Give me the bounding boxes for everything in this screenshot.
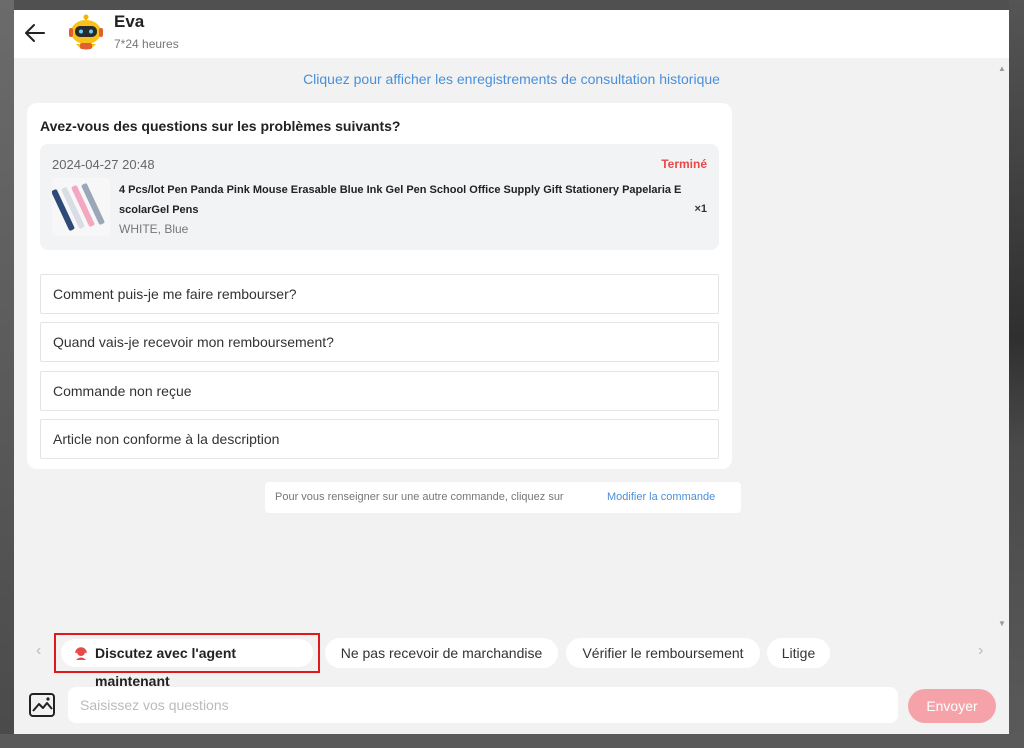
- product-image: [52, 178, 110, 236]
- modify-order-link[interactable]: Modifier la commande: [607, 482, 715, 513]
- chevron-right-icon[interactable]: ›: [978, 642, 983, 660]
- scroll-up-icon[interactable]: ▲: [998, 64, 1006, 73]
- chat-with-agent-chip[interactable]: Discutez avec l'agent maintenant: [61, 639, 313, 689]
- chat-scrollbar[interactable]: ▲ ▼: [997, 60, 1007, 630]
- faq-question-refund-when[interactable]: Quand vais-je recevoir mon remboursement…: [40, 322, 719, 362]
- agent-headset-icon: [75, 647, 87, 660]
- faq-card-title: Avez-vous des questions sur les problème…: [40, 118, 401, 134]
- contact-availability: 7*24 heures: [114, 37, 179, 51]
- message-composer: Envoyer: [14, 684, 1009, 728]
- send-button[interactable]: Envoyer: [908, 689, 996, 723]
- product-title: 4 Pcs/lot Pen Panda Pink Mouse Erasable …: [119, 184, 682, 216]
- chevron-left-icon[interactable]: ‹: [36, 642, 41, 660]
- product-quantity: ×1: [694, 203, 707, 215]
- background-bottom: [0, 734, 1024, 748]
- chat-with-agent-label: Discutez avec l'agent maintenant: [95, 645, 237, 689]
- chat-window: Eva 7*24 heures Cliquez pour afficher le…: [14, 10, 1009, 734]
- other-order-text: Pour vous renseigner sur une autre comma…: [275, 491, 564, 503]
- faq-card: Avez-vous des questions sur les problème…: [27, 103, 732, 469]
- order-summary[interactable]: 2024-04-27 20:48 Terminé 4 Pcs/lot Pen P…: [40, 144, 719, 250]
- message-input[interactable]: [68, 687, 898, 723]
- image-upload-icon[interactable]: [28, 692, 56, 718]
- background-right: [1009, 0, 1024, 748]
- faq-question-not-as-described[interactable]: Article non conforme à la description: [40, 419, 719, 459]
- order-status: Terminé: [661, 157, 707, 171]
- background-left: [0, 0, 14, 748]
- contact-name: Eva: [114, 12, 145, 31]
- scroll-down-icon[interactable]: ▼: [998, 619, 1006, 628]
- chat-header: Eva 7*24 heures: [14, 10, 1009, 58]
- product-variant: WHITE, Blue: [119, 222, 189, 236]
- chat-with-agent-button[interactable]: Discutez avec l'agent maintenant: [54, 633, 320, 689]
- robot-avatar-icon: [69, 14, 103, 50]
- background-top: [0, 0, 1024, 10]
- history-records-link[interactable]: Cliquez pour afficher les enregistrement…: [14, 71, 1009, 87]
- faq-question-not-received[interactable]: Commande non reçue: [40, 371, 719, 411]
- quick-replies-bar: ‹ Discutez avec l'agent maintenant Ne pa…: [14, 632, 1009, 689]
- quick-reply-check-refund[interactable]: Vérifier le remboursement: [566, 638, 760, 668]
- quick-reply-not-received[interactable]: Ne pas recevoir de marchandise: [325, 638, 558, 668]
- order-date: 2024-04-27 20:48: [52, 157, 155, 172]
- quick-reply-dispute[interactable]: Litige: [767, 638, 830, 668]
- other-order-notice: Pour vous renseigner sur une autre comma…: [265, 482, 741, 513]
- faq-question-refund-how[interactable]: Comment puis-je me faire rembourser?: [40, 274, 719, 314]
- back-arrow-icon[interactable]: [22, 20, 48, 46]
